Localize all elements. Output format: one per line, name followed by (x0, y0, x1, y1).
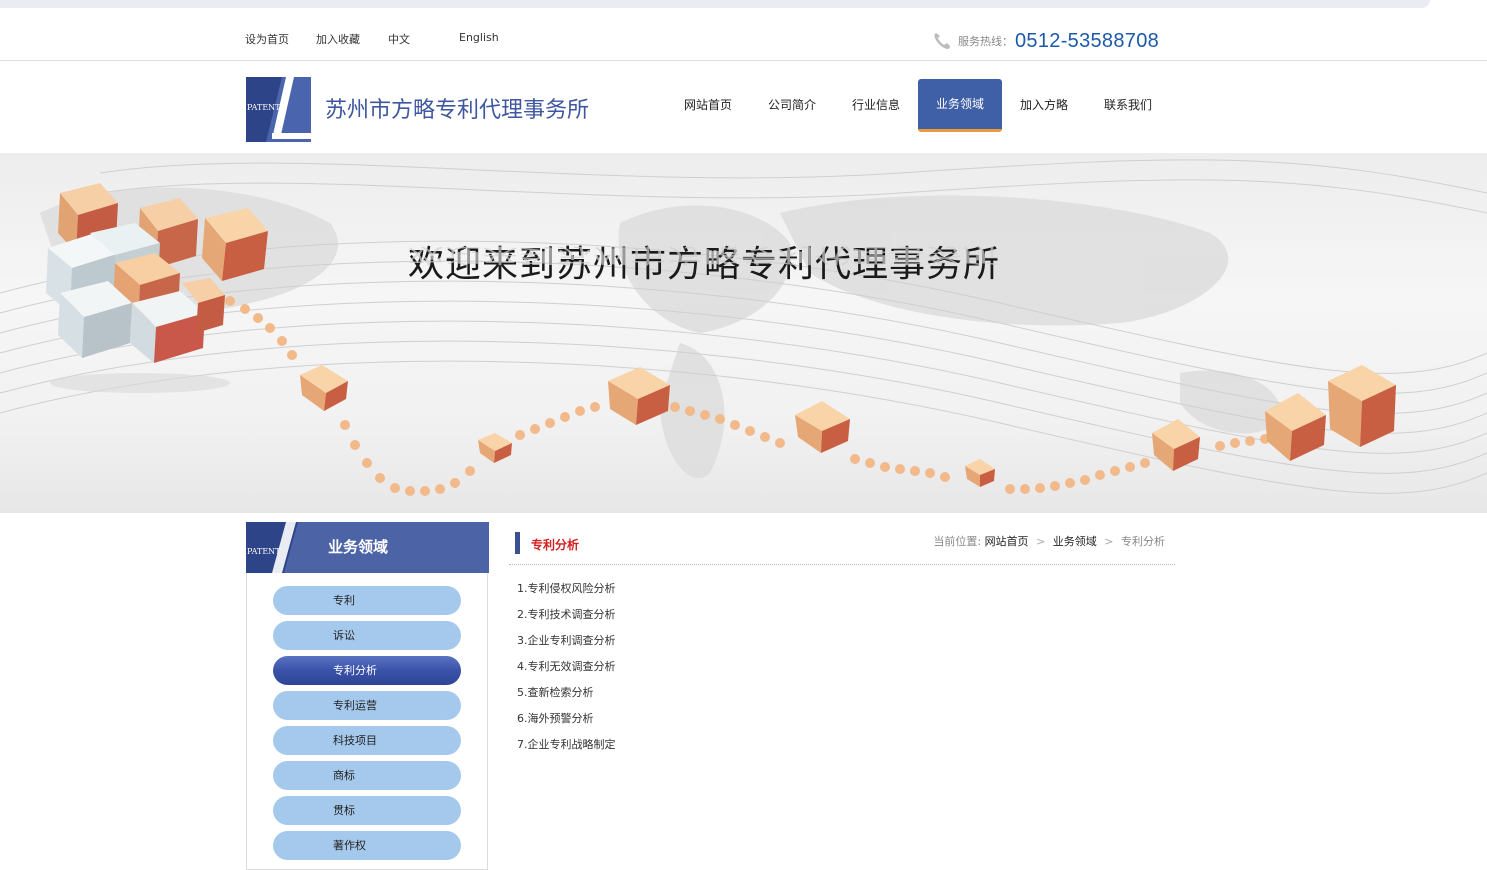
set-homepage-link[interactable]: 设为首页 (245, 31, 289, 47)
sidebar-header: PATENT 业务领域 (246, 522, 489, 573)
hotline: 服务热线： 0512-53588708 (932, 26, 1159, 56)
chinese-link[interactable]: 中文 (388, 31, 410, 47)
sidebar-item-copyright[interactable]: 著作权 (273, 831, 461, 860)
logo[interactable]: PATENT (246, 77, 311, 142)
banner-title-reflection: 欢迎来到苏州市方略专利代理事务所 (408, 243, 1001, 267)
header: PATENT 苏州市方略专利代理事务所 网站首页 公司简介 行业信息 业务领域 … (0, 62, 1487, 154)
sidebar-item-tech-projects[interactable]: 科技项目 (273, 726, 461, 755)
add-favorite-link[interactable]: 加入收藏 (316, 31, 360, 47)
hotline-number: 0512-53588708 (1015, 29, 1160, 52)
breadcrumb-current: 专利分析 (1121, 535, 1165, 548)
list-item[interactable]: 7.企业专利战略制定 (517, 736, 616, 762)
breadcrumb-section[interactable]: 业务领域 (1053, 535, 1097, 548)
top-bar: 设为首页 加入收藏 中文 English 服务热线： 0512-53588708 (0, 14, 1487, 61)
analysis-list: 1.专利侵权风险分析 2.专利技术调查分析 3.企业专利调查分析 4.专利无效调… (517, 580, 616, 762)
section-title-marker (515, 532, 520, 554)
browser-chrome-strip (0, 0, 1487, 12)
list-item[interactable]: 2.专利技术调查分析 (517, 606, 616, 632)
banner-art (0, 159, 1487, 496)
sidebar-item-patent[interactable]: 专利 (273, 586, 461, 615)
sidebar-item-litigation[interactable]: 诉讼 (273, 621, 461, 650)
sidebar-item-patent-analysis[interactable]: 专利分析 (273, 656, 461, 685)
nav-item-home[interactable]: 网站首页 (666, 79, 750, 132)
list-item[interactable]: 1.专利侵权风险分析 (517, 580, 616, 606)
phone-icon (934, 33, 950, 49)
nav-item-join[interactable]: 加入方略 (1002, 79, 1086, 132)
breadcrumb-prefix: 当前位置: (933, 535, 982, 548)
logo-text: PATENT (247, 103, 281, 112)
list-item[interactable]: 4.专利无效调查分析 (517, 658, 616, 684)
site-name: 苏州市方略专利代理事务所 (325, 98, 590, 123)
list-item[interactable]: 5.查新检索分析 (517, 684, 616, 710)
nav-item-industry-news[interactable]: 行业信息 (834, 79, 918, 132)
breadcrumb-home[interactable]: 网站首页 (985, 535, 1029, 548)
nav-item-business[interactable]: 业务领域 (918, 79, 1002, 132)
list-item[interactable]: 6.海外预警分析 (517, 710, 616, 736)
sidebar-item-standards[interactable]: 贯标 (273, 796, 461, 825)
main-content: 专利分析 当前位置: 网站首页 > 业务领域 > 专利分析 1.专利侵权风险分析… (509, 522, 1175, 870)
sidebar-logo-text: PATENT (247, 547, 281, 556)
sidebar-title: 业务领域 (328, 538, 389, 556)
breadcrumb: 当前位置: 网站首页 > 业务领域 > 专利分析 (933, 533, 1165, 549)
hotline-label: 服务热线： (958, 35, 1013, 48)
section-title: 专利分析 (531, 538, 580, 552)
hero-banner: 欢迎来到苏州市方略专利代理事务所 欢迎来到苏州市方略专利代理事务所 (0, 153, 1487, 513)
nav-item-contact[interactable]: 联系我们 (1086, 79, 1170, 132)
english-link[interactable]: English (459, 31, 499, 44)
list-item[interactable]: 3.企业专利调查分析 (517, 632, 616, 658)
sidebar-item-patent-operation[interactable]: 专利运营 (273, 691, 461, 720)
content-divider (509, 564, 1175, 565)
sidebar-item-trademark[interactable]: 商标 (273, 761, 461, 790)
breadcrumb-separator-icon: > (1036, 535, 1046, 548)
sidebar: PATENT 业务领域 专利 诉讼 专利分析 专利运营 科技项目 商标 贯标 著… (246, 522, 489, 870)
breadcrumb-separator-icon: > (1104, 535, 1114, 548)
nav-item-about[interactable]: 公司简介 (750, 79, 834, 132)
